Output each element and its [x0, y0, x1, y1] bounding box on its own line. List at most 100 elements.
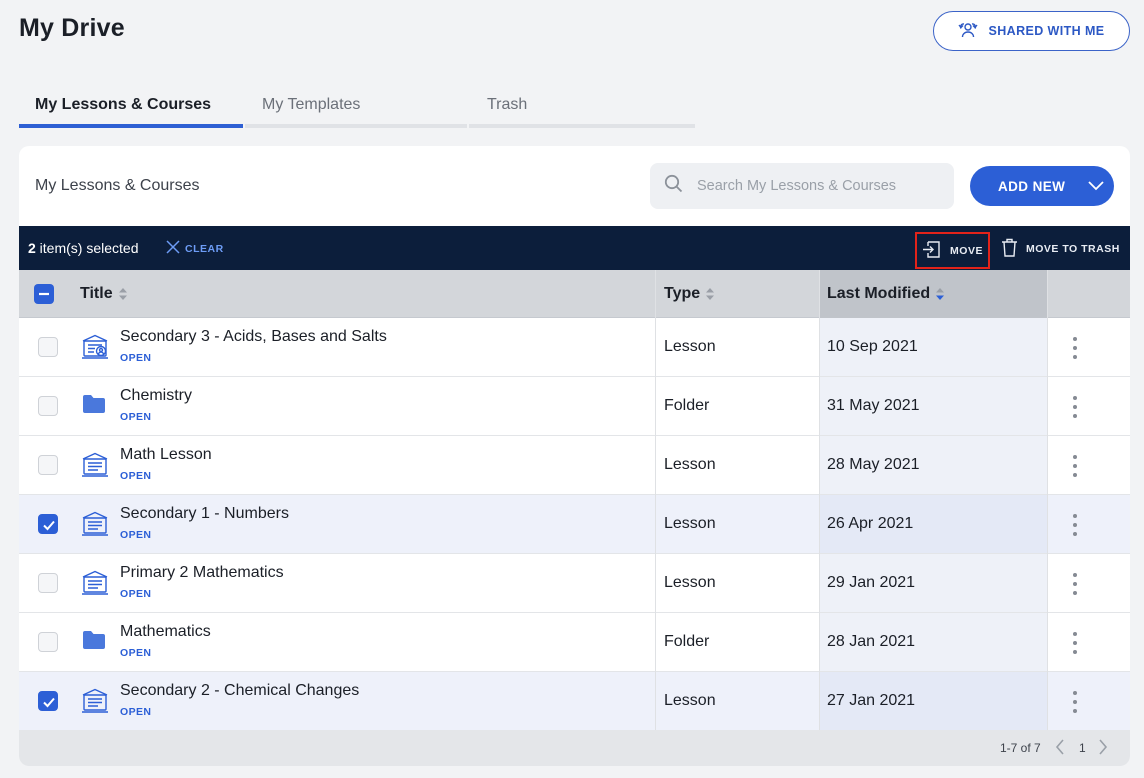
chevron-left-icon[interactable]: [1055, 739, 1065, 760]
row-last-modified: 10 Sep 2021: [827, 338, 918, 355]
table-row[interactable]: Secondary 1 - Numbers OPEN Lesson 26 Apr 20…: [19, 495, 1130, 554]
table-row[interactable]: Math Lesson OPEN Lesson 28 May 2021: [19, 436, 1130, 495]
open-link[interactable]: OPEN: [120, 588, 151, 600]
trash-icon: [1001, 238, 1018, 260]
row-title[interactable]: Secondary 1 - Numbers: [120, 505, 289, 523]
shared-users-icon: [958, 21, 979, 42]
sort-icon: [706, 288, 715, 300]
table-row[interactable]: Primary 2 Mathematics OPEN Lesson 29 Jan 20…: [19, 554, 1130, 613]
move-icon: [922, 240, 941, 261]
row-checkbox[interactable]: [38, 573, 58, 593]
chevron-down-icon: [1087, 179, 1105, 194]
open-link[interactable]: OPEN: [120, 647, 151, 659]
clear-label: CLEAR: [185, 242, 224, 255]
selected-count: 2: [28, 240, 36, 256]
row-last-modified: 29 Jan 2021: [827, 574, 916, 591]
row-type: Lesson: [664, 692, 716, 709]
add-new-button[interactable]: ADD NEW: [970, 166, 1114, 206]
row-checkbox[interactable]: [38, 455, 58, 475]
more-options-icon[interactable]: [1070, 632, 1080, 654]
row-title[interactable]: Math Lesson: [120, 446, 212, 464]
tab-my-lessons-courses[interactable]: My Lessons & Courses: [19, 86, 243, 128]
open-link[interactable]: OPEN: [120, 352, 151, 364]
column-title-label: Title: [80, 285, 113, 302]
search-icon: [664, 174, 683, 198]
column-header-title[interactable]: Title: [80, 270, 127, 318]
select-all-checkbox[interactable]: [34, 284, 54, 304]
row-type: Lesson: [664, 456, 716, 473]
move-label: MOVE: [950, 244, 983, 257]
table-row[interactable]: Secondary 3 - Acids, Bases and Salts OPEN…: [19, 318, 1130, 377]
row-last-modified: 31 May 2021: [827, 397, 920, 414]
column-header-type[interactable]: Type: [664, 270, 715, 318]
folder-icon: [81, 393, 109, 419]
shared-with-me-button[interactable]: SHARED WITH ME: [933, 11, 1130, 51]
more-options-icon[interactable]: [1070, 455, 1080, 477]
tab-my-templates[interactable]: My Templates: [245, 86, 467, 128]
row-checkbox[interactable]: [38, 691, 58, 711]
column-last-modified-label: Last Modified: [827, 285, 931, 302]
content-panel: My Lessons & Courses ADD NEW 2 item(s) s…: [19, 146, 1130, 766]
row-checkbox[interactable]: [38, 396, 58, 416]
search-input[interactable]: [697, 178, 917, 194]
panel-title: My Lessons & Courses: [35, 177, 200, 194]
page-title: My Drive: [19, 14, 125, 42]
selected-count-text: 2 item(s) selected: [28, 240, 139, 256]
table-body: Secondary 3 - Acids, Bases and Salts OPEN…: [19, 318, 1130, 731]
search-box: [650, 163, 954, 209]
row-checkbox[interactable]: [38, 337, 58, 357]
row-last-modified: 28 May 2021: [827, 456, 920, 473]
pagination-range: 1-7 of 7: [1000, 741, 1041, 755]
move-button[interactable]: MOVE: [915, 232, 990, 269]
tab-bar: My Lessons & Courses My Templates Trash: [19, 86, 695, 128]
open-link[interactable]: OPEN: [120, 706, 151, 718]
row-title[interactable]: Chemistry: [120, 387, 192, 405]
open-link[interactable]: OPEN: [120, 529, 151, 541]
pagination-page: 1: [1079, 741, 1086, 755]
more-options-icon[interactable]: [1070, 337, 1080, 359]
open-link[interactable]: OPEN: [120, 470, 151, 482]
sort-icon: [118, 288, 127, 300]
lesson-icon: [81, 452, 109, 478]
column-divider: [819, 270, 820, 730]
move-to-trash-label: MOVE TO TRASH: [1026, 243, 1120, 255]
row-title[interactable]: Mathematics: [120, 623, 211, 641]
chevron-right-icon[interactable]: [1098, 739, 1108, 760]
column-divider: [655, 270, 656, 730]
tab-trash[interactable]: Trash: [469, 86, 695, 128]
row-title[interactable]: Secondary 3 - Acids, Bases and Salts: [120, 328, 387, 346]
row-checkbox[interactable]: [38, 514, 58, 534]
column-header-last-modified[interactable]: Last Modified: [819, 270, 1047, 318]
add-new-label: ADD NEW: [998, 178, 1066, 194]
shared-lesson-icon: [81, 334, 109, 360]
sort-desc-icon: [936, 288, 945, 300]
table-header: Title Type Last Modified: [19, 270, 1130, 318]
row-title[interactable]: Primary 2 Mathematics: [120, 564, 284, 582]
clear-selection-button[interactable]: CLEAR: [166, 240, 224, 257]
row-type: Lesson: [664, 338, 716, 355]
more-options-icon[interactable]: [1070, 573, 1080, 595]
panel-header: My Lessons & Courses ADD NEW: [19, 146, 1130, 226]
row-checkbox[interactable]: [38, 632, 58, 652]
more-options-icon[interactable]: [1070, 691, 1080, 713]
row-last-modified: 28 Jan 2021: [827, 633, 916, 650]
row-type: Lesson: [664, 574, 716, 591]
table-row[interactable]: Secondary 2 - Chemical Changes OPEN Lesson…: [19, 672, 1130, 731]
more-options-icon[interactable]: [1070, 514, 1080, 536]
table-row[interactable]: Chemistry OPEN Folder 31 May 2021: [19, 377, 1130, 436]
open-link[interactable]: OPEN: [120, 411, 151, 423]
move-to-trash-button[interactable]: MOVE TO TRASH: [1001, 238, 1120, 260]
table-row[interactable]: Mathematics OPEN Folder 28 Jan 2021: [19, 613, 1130, 672]
lesson-icon: [81, 570, 109, 596]
column-divider: [1047, 270, 1048, 730]
row-title[interactable]: Secondary 2 - Chemical Changes: [120, 682, 359, 700]
row-last-modified: 26 Apr 2021: [827, 515, 914, 532]
column-type-label: Type: [664, 285, 701, 302]
row-last-modified: 27 Jan 2021: [827, 692, 916, 709]
selected-count-suffix: item(s) selected: [35, 240, 139, 256]
table-footer: 1-7 of 7 1: [19, 730, 1130, 766]
close-icon: [166, 240, 180, 257]
row-type: Folder: [664, 633, 710, 650]
shared-with-me-label: SHARED WITH ME: [988, 24, 1105, 38]
more-options-icon[interactable]: [1070, 396, 1080, 418]
